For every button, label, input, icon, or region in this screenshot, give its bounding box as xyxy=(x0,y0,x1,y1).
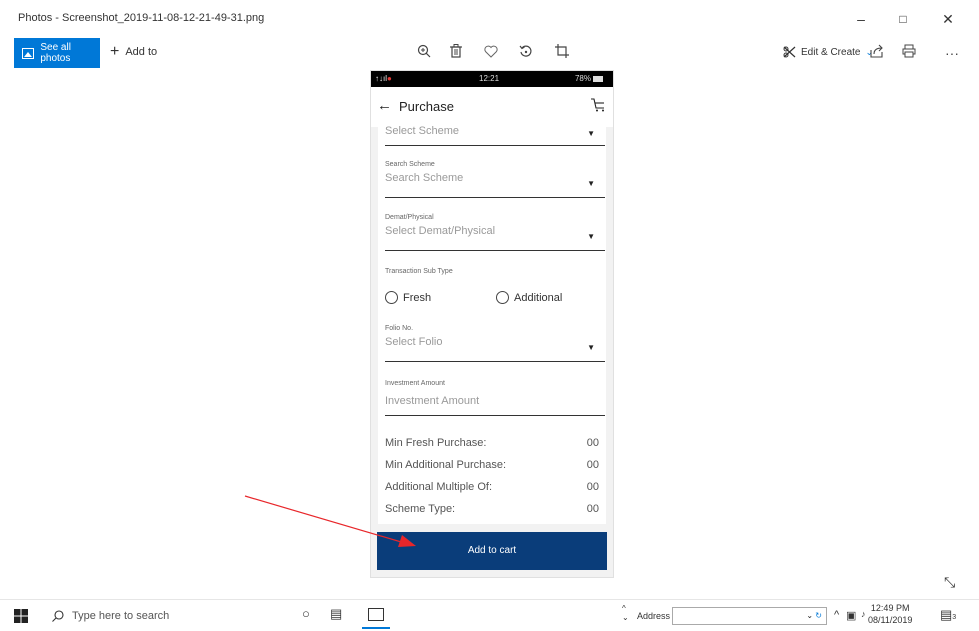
demat-physical-field[interactable]: Demat/Physical Select Demat/Physical ▼ xyxy=(385,214,605,251)
select-scheme-field[interactable]: Select Scheme ▼ xyxy=(385,121,605,146)
favorite-icon[interactable] xyxy=(481,44,501,62)
taskbar-search-box[interactable]: Type here to search xyxy=(44,604,278,628)
investment-amount-field[interactable]: Investment Amount Investment Amount xyxy=(385,380,605,416)
folio-no-field[interactable]: Folio No. Select Folio ▼ xyxy=(385,325,605,362)
summary-value: 00 xyxy=(586,459,599,471)
cortana-icon[interactable]: ○ xyxy=(302,606,310,621)
dropdown-caret-icon: ▼ xyxy=(587,343,595,352)
summary-value: 00 xyxy=(586,437,599,449)
clock-date: 08/11/2019 xyxy=(868,615,913,625)
edit-create-label: Edit & Create xyxy=(801,46,861,58)
notification-count: 3 xyxy=(952,614,957,621)
address-input[interactable]: ⌄ ↻ xyxy=(672,607,827,625)
search-placeholder: Type here to search xyxy=(72,610,170,622)
notification-icon[interactable]: ▤3 xyxy=(940,607,956,623)
summary-row: Additional Multiple Of: 00 xyxy=(385,481,599,493)
share-icon[interactable] xyxy=(867,44,887,62)
add-to-label: Add to xyxy=(125,46,158,58)
edit-icon xyxy=(783,46,796,58)
crop-icon[interactable] xyxy=(552,44,572,62)
phone-status-bar: ↑↓ıl● 12:21 78% xyxy=(371,71,613,87)
add-to-button[interactable]: + Add to xyxy=(110,43,158,60)
summary-label: Additional Multiple Of: xyxy=(385,481,492,493)
transaction-sub-type-field: Transaction Sub Type xyxy=(385,268,605,275)
field-underline xyxy=(385,145,605,146)
search-scheme-label: Search Scheme xyxy=(385,161,435,168)
field-underline xyxy=(385,361,605,362)
zoom-icon[interactable] xyxy=(414,44,434,62)
radio-additional[interactable]: Additional xyxy=(496,291,562,304)
title-bar: Photos - Screenshot_2019-11-08-12-21-49-… xyxy=(0,0,979,36)
volume-icon[interactable]: ♪ xyxy=(861,609,866,619)
clock-time: 12:49 PM xyxy=(870,603,910,613)
radio-fresh[interactable]: Fresh xyxy=(385,291,431,304)
phone-screenshot: ↑↓ıl● 12:21 78% ← Purchase Select Scheme… xyxy=(370,70,614,578)
summary-value: 00 xyxy=(586,503,599,515)
photos-app: Photos - Screenshot_2019-11-08-12-21-49-… xyxy=(0,0,979,631)
see-all-photos-label: See all photos xyxy=(40,42,71,64)
dropdown-caret-icon: ▼ xyxy=(587,129,595,138)
maximize-button[interactable]: □ xyxy=(888,8,918,30)
summary-row: Min Additional Purchase: 00 xyxy=(385,459,599,471)
dropdown-caret-icon: ▼ xyxy=(587,232,595,241)
taskbar-clock[interactable]: 12:49 PM 08/11/2019 xyxy=(868,602,912,626)
demat-physical-label: Demat/Physical xyxy=(385,214,434,221)
purchase-summary: Min Fresh Purchase: 00 Min Additional Pu… xyxy=(378,429,606,524)
rotate-icon[interactable] xyxy=(516,44,536,62)
radio-fresh-label: Fresh xyxy=(403,291,432,304)
dropdown-caret-icon: ▼ xyxy=(587,179,595,188)
photo-icon xyxy=(22,47,35,59)
back-arrow-icon[interactable]: ← xyxy=(377,97,392,114)
signal-icon: ↑↓ıl● xyxy=(375,74,392,83)
transaction-sub-type-label: Transaction Sub Type xyxy=(385,268,453,275)
demat-physical-select[interactable]: Select Demat/Physical xyxy=(385,225,605,237)
field-underline xyxy=(385,250,605,251)
phone-time: 12:21 xyxy=(479,74,500,83)
radio-circle-icon xyxy=(496,291,509,304)
minimize-button[interactable]: – xyxy=(846,8,876,30)
windows-start-icon[interactable] xyxy=(14,609,28,623)
toolbar-expand-icon[interactable]: ^ ⌄ xyxy=(622,604,629,622)
task-view-icon[interactable]: ▤ xyxy=(330,606,342,622)
field-underline xyxy=(385,197,605,198)
network-icon[interactable]: ▣ xyxy=(846,609,856,622)
expand-icon[interactable]: ⤡ xyxy=(944,574,955,591)
print-icon[interactable] xyxy=(899,44,919,62)
search-icon xyxy=(52,610,64,622)
address-label: Address xyxy=(637,611,671,621)
summary-row: Min Fresh Purchase: 00 xyxy=(385,437,599,449)
cart-icon[interactable] xyxy=(591,98,605,112)
summary-value: 00 xyxy=(586,481,599,493)
edit-create-button[interactable]: Edit & Create ⌄ xyxy=(783,46,873,58)
delete-icon[interactable] xyxy=(446,44,466,62)
tray-chevron-icon[interactable]: ^ xyxy=(834,609,839,621)
battery-icon xyxy=(593,75,603,82)
more-icon[interactable]: ··· xyxy=(942,44,962,62)
folio-select[interactable]: Select Folio xyxy=(385,336,605,348)
plus-icon: + xyxy=(110,43,120,60)
battery-indicator: 78% xyxy=(575,74,603,83)
select-scheme-value: Select Scheme xyxy=(385,125,459,137)
field-underline xyxy=(385,415,605,416)
radio-circle-icon xyxy=(385,291,398,304)
photos-taskbar-button[interactable] xyxy=(362,603,390,629)
taskbar: Type here to search ○ ▤ ^ ⌄ Address ⌄ ↻ ^… xyxy=(0,599,979,631)
photos-icon xyxy=(368,608,384,621)
window-title: Photos - Screenshot_2019-11-08-12-21-49-… xyxy=(18,12,265,24)
close-button[interactable]: ✕ xyxy=(933,8,963,30)
investment-amount-input[interactable]: Investment Amount xyxy=(385,395,605,407)
add-to-cart-button[interactable]: Add to cart xyxy=(377,532,607,570)
folio-no-label: Folio No. xyxy=(385,325,414,332)
page-title: Purchase xyxy=(399,99,454,114)
summary-row: Scheme Type: 00 xyxy=(385,503,599,515)
search-scheme-input[interactable]: Search Scheme xyxy=(385,172,605,184)
summary-label: Scheme Type: xyxy=(385,503,456,515)
investment-amount-label: Investment Amount xyxy=(385,380,445,387)
summary-label: Min Fresh Purchase: xyxy=(385,437,487,449)
search-scheme-field[interactable]: Search Scheme Search Scheme ▼ xyxy=(385,161,605,198)
see-all-photos-button[interactable]: See all photos xyxy=(14,38,100,68)
radio-additional-label: Additional xyxy=(514,291,563,304)
summary-label: Min Additional Purchase: xyxy=(385,459,507,471)
